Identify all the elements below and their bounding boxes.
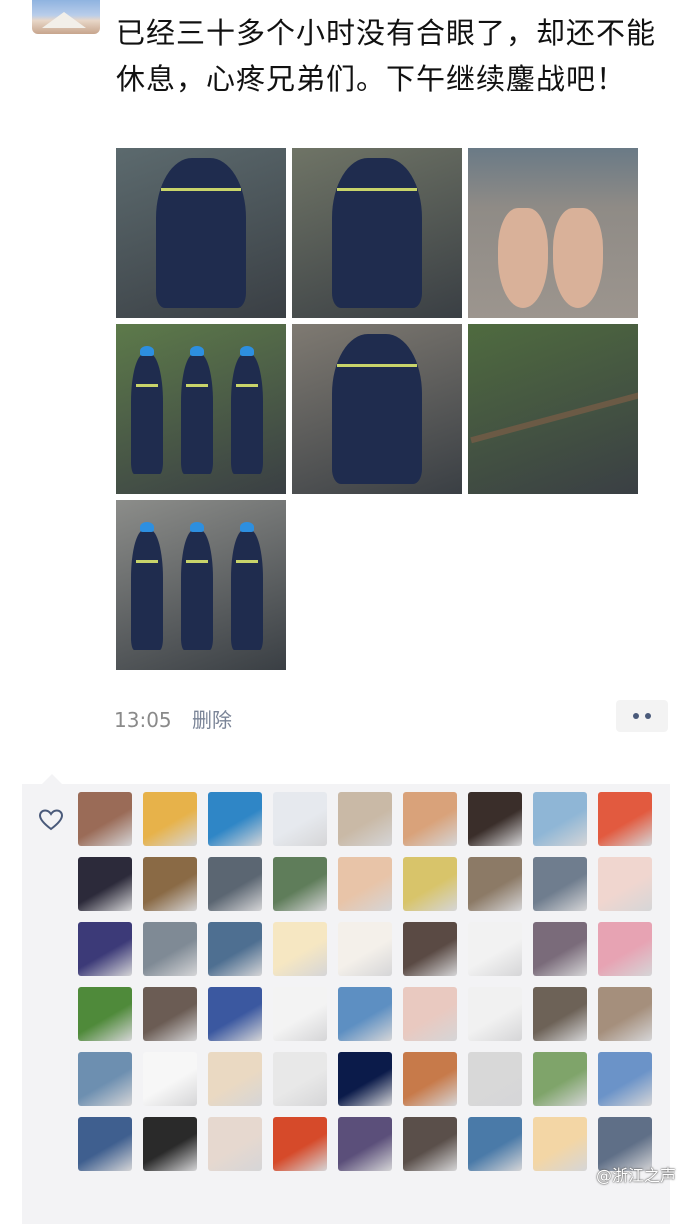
helmet-graphic bbox=[140, 346, 154, 356]
liker-avatar[interactable] bbox=[143, 792, 197, 846]
liker-avatar[interactable] bbox=[338, 1052, 392, 1106]
photo-workers-flooded-road[interactable] bbox=[116, 324, 286, 494]
worker-figure bbox=[332, 158, 422, 308]
liker-avatar[interactable] bbox=[208, 1052, 262, 1106]
reflective-stripe bbox=[161, 188, 241, 191]
liker-avatar[interactable] bbox=[273, 987, 327, 1041]
worker-figure bbox=[131, 354, 163, 474]
photo-worker-sitting-raincoat[interactable] bbox=[116, 148, 286, 318]
liker-avatar[interactable] bbox=[598, 987, 652, 1041]
liker-avatar[interactable] bbox=[403, 987, 457, 1041]
liker-avatar[interactable] bbox=[533, 792, 587, 846]
more-options-button[interactable] bbox=[616, 700, 668, 732]
liker-avatar[interactable] bbox=[208, 857, 262, 911]
liker-avatar[interactable] bbox=[208, 987, 262, 1041]
helmet-graphic bbox=[140, 522, 154, 532]
liker-avatar[interactable] bbox=[208, 1117, 262, 1171]
liker-avatar[interactable] bbox=[143, 1117, 197, 1171]
liker-avatar[interactable] bbox=[143, 857, 197, 911]
liker-avatar[interactable] bbox=[143, 922, 197, 976]
liker-avatar[interactable] bbox=[338, 987, 392, 1041]
liker-avatar[interactable] bbox=[468, 792, 522, 846]
liker-avatar[interactable] bbox=[468, 1117, 522, 1171]
worker-figure bbox=[231, 530, 263, 650]
liker-avatar[interactable] bbox=[273, 857, 327, 911]
reflective-stripe bbox=[136, 384, 158, 387]
reflective-stripe bbox=[337, 188, 417, 191]
liker-avatar[interactable] bbox=[533, 987, 587, 1041]
worker-figure bbox=[332, 334, 422, 484]
post-text: 已经三十多个小时没有合眼了，却还不能休息，心疼兄弟们。下午继续鏖战吧！ bbox=[116, 16, 657, 96]
user-avatar[interactable] bbox=[32, 0, 100, 34]
liker-avatar[interactable] bbox=[533, 1052, 587, 1106]
branch-graphic bbox=[470, 390, 638, 444]
photo-bare-feet[interactable] bbox=[468, 148, 638, 318]
dot-icon bbox=[633, 713, 639, 719]
liker-avatar[interactable] bbox=[403, 1052, 457, 1106]
likes-panel bbox=[22, 774, 670, 1224]
worker-figure bbox=[181, 354, 213, 474]
liker-avatar[interactable] bbox=[598, 1052, 652, 1106]
liker-avatar[interactable] bbox=[78, 922, 132, 976]
liker-avatar[interactable] bbox=[208, 792, 262, 846]
liker-avatar[interactable] bbox=[598, 857, 652, 911]
liker-avatar[interactable] bbox=[598, 792, 652, 846]
post-meta: 13:05 删除 bbox=[114, 704, 232, 733]
liker-avatar[interactable] bbox=[78, 987, 132, 1041]
liker-avatar[interactable] bbox=[598, 922, 652, 976]
liker-avatar[interactable] bbox=[273, 792, 327, 846]
photo-fallen-tree[interactable] bbox=[468, 324, 638, 494]
liker-avatar[interactable] bbox=[338, 922, 392, 976]
worker-figure bbox=[131, 530, 163, 650]
liker-avatar[interactable] bbox=[338, 1117, 392, 1171]
liker-avatar[interactable] bbox=[273, 1117, 327, 1171]
mountain-peak-graphic bbox=[42, 12, 86, 28]
liker-avatar[interactable] bbox=[403, 1117, 457, 1171]
helmet-graphic bbox=[240, 346, 254, 356]
liker-avatar[interactable] bbox=[468, 922, 522, 976]
helmet-graphic bbox=[240, 522, 254, 532]
liker-avatar[interactable] bbox=[273, 922, 327, 976]
liker-avatar[interactable] bbox=[338, 857, 392, 911]
liker-avatar[interactable] bbox=[273, 1052, 327, 1106]
helmet-graphic bbox=[190, 346, 204, 356]
liker-avatar[interactable] bbox=[338, 792, 392, 846]
liker-avatar[interactable] bbox=[78, 1052, 132, 1106]
reflective-stripe bbox=[186, 384, 208, 387]
photo-worker-pouring-water-boot[interactable] bbox=[292, 148, 462, 318]
worker-figure bbox=[181, 530, 213, 650]
reflective-stripe bbox=[337, 364, 417, 367]
foot-graphic bbox=[553, 208, 603, 308]
helmet-graphic bbox=[190, 522, 204, 532]
liker-avatar[interactable] bbox=[468, 857, 522, 911]
dot-icon bbox=[645, 713, 651, 719]
liker-avatar[interactable] bbox=[78, 857, 132, 911]
photo-workers-cutting-tree[interactable] bbox=[116, 500, 286, 670]
liker-avatar[interactable] bbox=[403, 792, 457, 846]
watermark: @浙江之声 bbox=[595, 1166, 676, 1185]
liker-avatar[interactable] bbox=[143, 987, 197, 1041]
heart-outline-icon bbox=[38, 809, 64, 831]
foot-graphic bbox=[498, 208, 548, 308]
post-time: 13:05 bbox=[114, 708, 172, 732]
liker-avatar[interactable] bbox=[208, 922, 262, 976]
liker-avatar[interactable] bbox=[78, 1117, 132, 1171]
liker-avatar[interactable] bbox=[468, 1052, 522, 1106]
worker-figure bbox=[156, 158, 246, 308]
liker-avatar[interactable] bbox=[78, 792, 132, 846]
liker-avatar[interactable] bbox=[143, 1052, 197, 1106]
reflective-stripe bbox=[136, 560, 158, 563]
delete-link[interactable]: 删除 bbox=[192, 708, 232, 732]
photo-workers-damaged-house[interactable] bbox=[292, 324, 462, 494]
reflective-stripe bbox=[236, 560, 258, 563]
worker-figure bbox=[231, 354, 263, 474]
liker-avatar[interactable] bbox=[533, 1117, 587, 1171]
liker-avatar[interactable] bbox=[403, 857, 457, 911]
liker-avatar[interactable] bbox=[468, 987, 522, 1041]
liker-avatar[interactable] bbox=[533, 857, 587, 911]
reflective-stripe bbox=[236, 384, 258, 387]
liker-avatar[interactable] bbox=[533, 922, 587, 976]
reflective-stripe bbox=[186, 560, 208, 563]
liker-avatar[interactable] bbox=[403, 922, 457, 976]
